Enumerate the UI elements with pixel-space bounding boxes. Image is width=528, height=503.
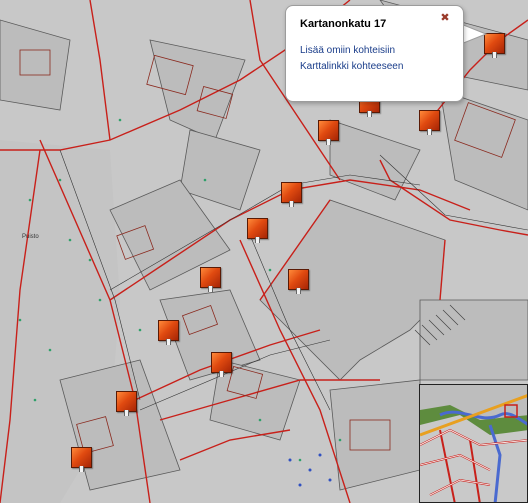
close-icon[interactable]: ✖ [435, 9, 455, 27]
address-marker[interactable] [158, 320, 179, 346]
popup-pointer [460, 23, 488, 45]
popup-title: Kartanonkatu 17 [300, 18, 387, 30]
address-marker[interactable] [211, 352, 232, 378]
address-marker[interactable] [71, 447, 92, 473]
add-to-favorites-link[interactable]: Lisää omiin kohteisiin [300, 45, 395, 56]
address-marker[interactable] [281, 182, 302, 208]
address-marker[interactable] [200, 267, 221, 293]
address-marker[interactable] [318, 120, 339, 146]
map-link[interactable]: Karttalinkki kohteeseen [300, 61, 403, 72]
address-marker[interactable] [247, 218, 268, 244]
address-marker[interactable] [419, 110, 440, 136]
overview-map[interactable] [419, 384, 528, 503]
park-label: Puisto [22, 234, 39, 240]
address-marker[interactable] [116, 391, 137, 417]
address-marker[interactable] [288, 269, 309, 295]
info-popup: Kartanonkatu 17 ✖ Lisää omiin kohteisiin… [285, 5, 464, 102]
